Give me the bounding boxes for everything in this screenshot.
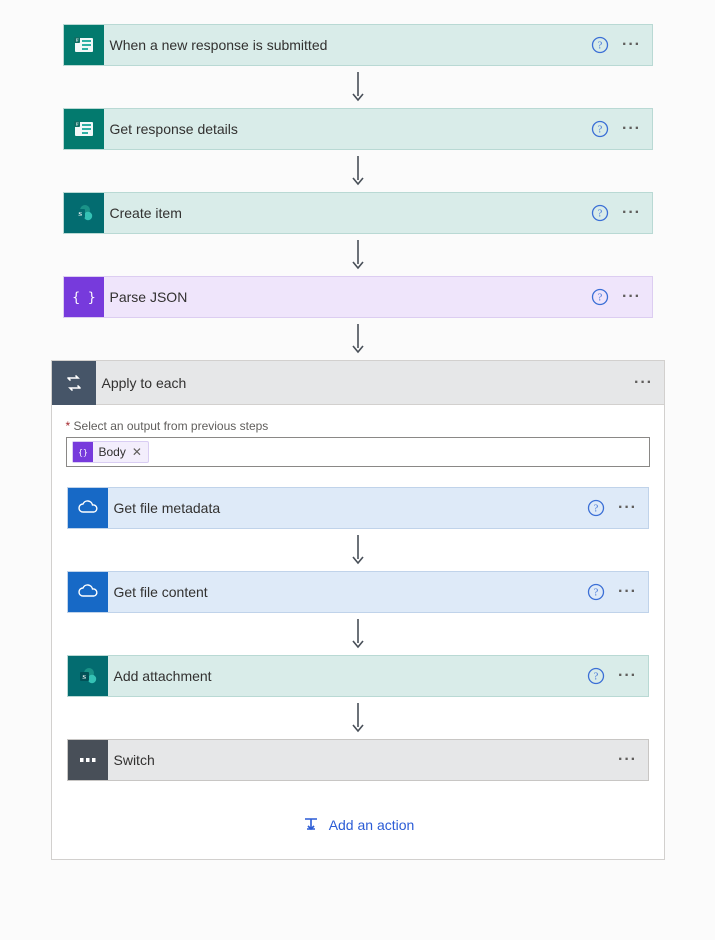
svg-text:F: F bbox=[76, 38, 79, 43]
more-button[interactable]: ··· bbox=[630, 369, 658, 397]
svg-text:F: F bbox=[76, 122, 79, 127]
ellipsis-icon: ··· bbox=[618, 499, 637, 517]
more-button[interactable]: ··· bbox=[614, 746, 642, 774]
sharepoint-icon: S bbox=[68, 656, 108, 696]
step-title: Add attachment bbox=[108, 668, 582, 684]
sharepoint-icon: S bbox=[64, 193, 104, 233]
svg-text:S: S bbox=[78, 211, 82, 218]
ellipsis-icon: ··· bbox=[622, 288, 641, 306]
step-title: Create item bbox=[104, 205, 586, 221]
connector-arrow bbox=[0, 318, 715, 360]
ellipsis-icon: ··· bbox=[622, 36, 641, 54]
step-create-item[interactable]: S Create item ? ··· bbox=[63, 192, 653, 234]
forms-icon: F bbox=[64, 25, 104, 65]
more-button[interactable]: ··· bbox=[614, 494, 642, 522]
token-remove-button[interactable]: ✕ bbox=[132, 445, 142, 459]
connector-arrow bbox=[0, 234, 715, 276]
step-get-response-details[interactable]: F Get response details ? ··· bbox=[63, 108, 653, 150]
ellipsis-icon: ··· bbox=[618, 751, 637, 769]
token-body[interactable]: {} Body ✕ bbox=[72, 441, 149, 463]
svg-text:{ }: { } bbox=[72, 291, 95, 306]
ellipsis-icon: ··· bbox=[618, 583, 637, 601]
add-action-label: Add an action bbox=[329, 817, 415, 833]
ellipsis-icon: ··· bbox=[634, 374, 653, 392]
step-title: When a new response is submitted bbox=[104, 37, 586, 53]
step-switch[interactable]: Switch ··· bbox=[67, 739, 649, 781]
svg-text:?: ? bbox=[593, 588, 598, 599]
step-title: Get file metadata bbox=[108, 500, 582, 516]
onedrive-icon bbox=[68, 572, 108, 612]
data-operations-icon: {} bbox=[73, 442, 93, 462]
connector-arrow bbox=[0, 66, 715, 108]
onedrive-icon bbox=[68, 488, 108, 528]
svg-text:{}: {} bbox=[78, 448, 88, 457]
help-button[interactable]: ? bbox=[586, 115, 614, 143]
connector-arrow bbox=[350, 697, 366, 739]
svg-text:?: ? bbox=[597, 125, 602, 136]
data-operations-icon: { } bbox=[64, 277, 104, 317]
ellipsis-icon: ··· bbox=[622, 120, 641, 138]
more-button[interactable]: ··· bbox=[618, 115, 646, 143]
svg-text:?: ? bbox=[593, 672, 598, 683]
step-get-file-metadata[interactable]: Get file metadata ? ··· bbox=[67, 487, 649, 529]
field-label: * Select an output from previous steps bbox=[66, 419, 650, 433]
svg-text:?: ? bbox=[597, 209, 602, 220]
svg-text:?: ? bbox=[593, 504, 598, 515]
switch-icon bbox=[68, 740, 108, 780]
help-button[interactable]: ? bbox=[582, 578, 610, 606]
step-title: Get file content bbox=[108, 584, 582, 600]
more-button[interactable]: ··· bbox=[618, 31, 646, 59]
ellipsis-icon: ··· bbox=[618, 667, 637, 685]
forms-icon: F bbox=[64, 109, 104, 149]
step-get-file-content[interactable]: Get file content ? ··· bbox=[67, 571, 649, 613]
ellipsis-icon: ··· bbox=[622, 204, 641, 222]
help-button[interactable]: ? bbox=[582, 494, 610, 522]
step-apply-to-each[interactable]: Apply to each ··· * Select an output fro… bbox=[51, 360, 665, 860]
connector-arrow bbox=[0, 150, 715, 192]
step-add-attachment[interactable]: S Add attachment ? ··· bbox=[67, 655, 649, 697]
more-button[interactable]: ··· bbox=[614, 662, 642, 690]
step-title: Parse JSON bbox=[104, 289, 586, 305]
add-action-icon bbox=[301, 815, 321, 835]
svg-text:?: ? bbox=[597, 41, 602, 52]
more-button[interactable]: ··· bbox=[614, 578, 642, 606]
select-output-input[interactable]: {} Body ✕ bbox=[66, 437, 650, 467]
connector-arrow bbox=[350, 529, 366, 571]
step-title: Get response details bbox=[104, 121, 586, 137]
help-button[interactable]: ? bbox=[586, 31, 614, 59]
svg-text:?: ? bbox=[597, 293, 602, 304]
token-label: Body bbox=[99, 445, 126, 459]
loop-icon bbox=[52, 361, 96, 405]
step-title: Switch bbox=[108, 752, 614, 768]
more-button[interactable]: ··· bbox=[618, 199, 646, 227]
step-when-new-response[interactable]: F When a new response is submitted ? ··· bbox=[63, 24, 653, 66]
connector-arrow bbox=[350, 613, 366, 655]
step-title: Apply to each bbox=[96, 375, 630, 391]
help-button[interactable]: ? bbox=[586, 283, 614, 311]
help-button[interactable]: ? bbox=[586, 199, 614, 227]
more-button[interactable]: ··· bbox=[618, 283, 646, 311]
svg-text:S: S bbox=[82, 674, 86, 681]
add-action-button[interactable]: Add an action bbox=[66, 815, 650, 835]
help-button[interactable]: ? bbox=[582, 662, 610, 690]
step-parse-json[interactable]: { } Parse JSON ? ··· bbox=[63, 276, 653, 318]
